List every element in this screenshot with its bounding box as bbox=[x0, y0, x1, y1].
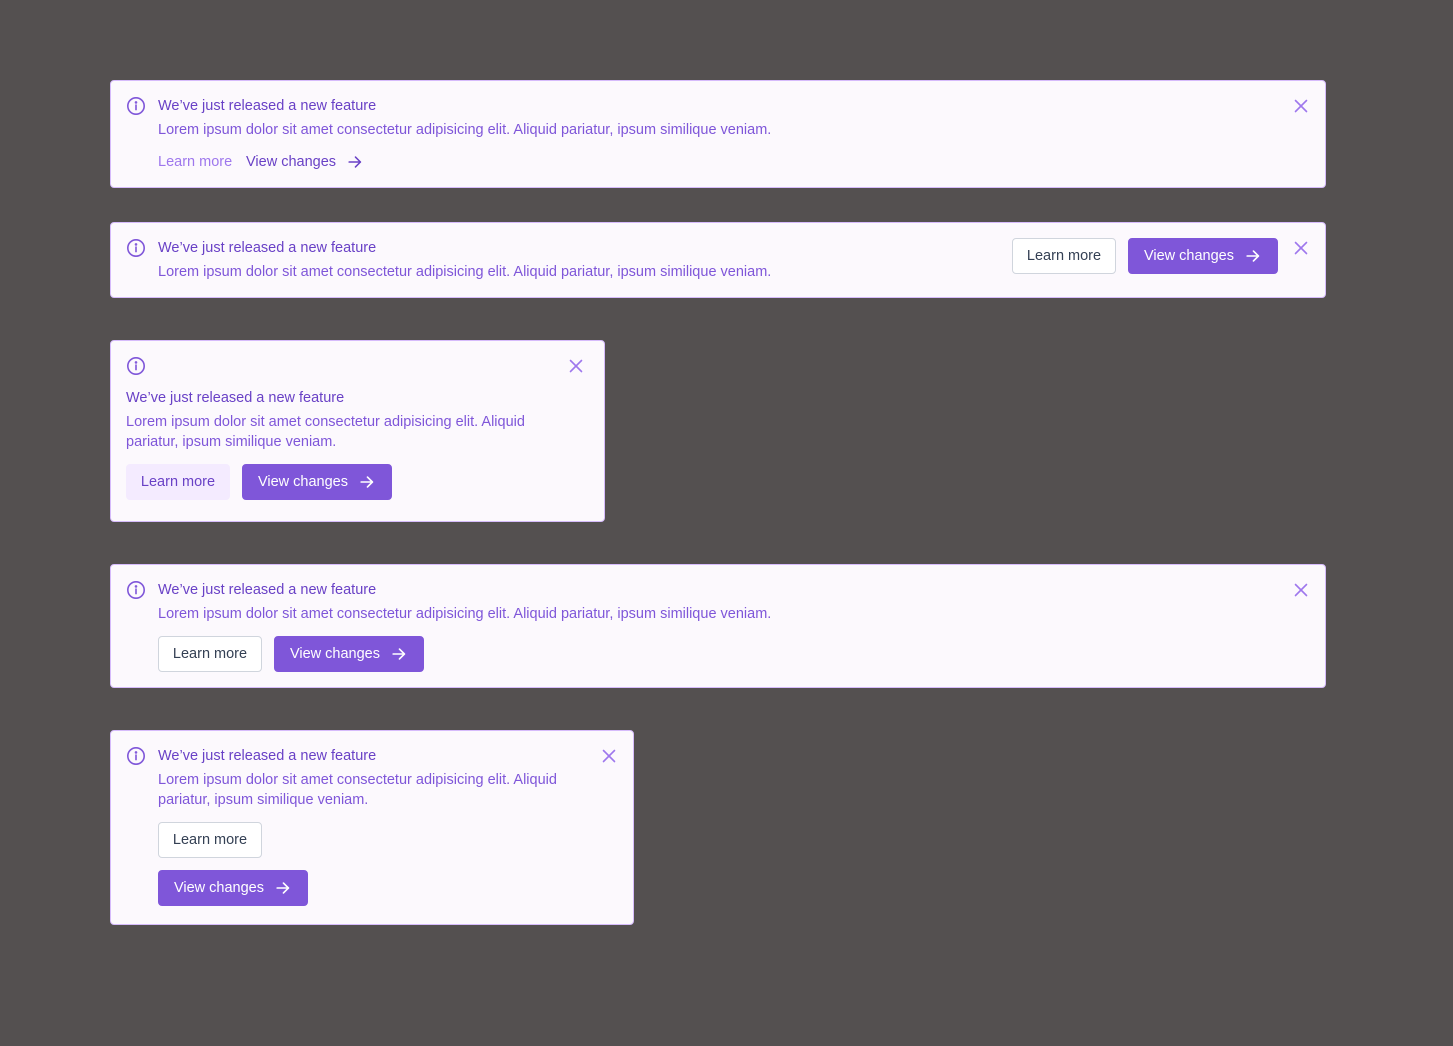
learn-more-button[interactable]: Learn more bbox=[158, 636, 262, 672]
arrow-right-icon bbox=[348, 156, 362, 168]
alert-text: Lorem ipsum dolor sit amet consectetur a… bbox=[158, 606, 772, 622]
learn-more-label: Learn more bbox=[172, 646, 248, 662]
x-close-icon[interactable] bbox=[566, 356, 586, 376]
info-circle-icon bbox=[127, 239, 145, 257]
info-circle-icon bbox=[127, 581, 145, 599]
x-close-icon[interactable] bbox=[1291, 238, 1311, 258]
alert-banner-1: We’ve just released a new feature Lorem … bbox=[110, 80, 1326, 188]
arrow-right-icon bbox=[392, 648, 406, 660]
info-circle-icon bbox=[127, 97, 145, 115]
alert-title: We’ve just released a new feature bbox=[158, 748, 377, 764]
alert-text: Lorem ipsum dolor sit amet consectetur a… bbox=[158, 264, 772, 280]
learn-more-button[interactable]: Learn more bbox=[1012, 238, 1116, 274]
view-changes-link[interactable]: View changes bbox=[246, 152, 364, 172]
x-close-icon[interactable] bbox=[1291, 580, 1311, 600]
info-circle-icon bbox=[127, 747, 145, 765]
alert-text: Lorem ipsum dolor sit amet consectetur a… bbox=[158, 122, 772, 138]
alert-text: Lorem ipsum dolor sit amet consectetur a… bbox=[158, 772, 557, 808]
view-changes-button[interactable]: View changes bbox=[242, 464, 392, 500]
alert-card-5: We’ve just released a new feature Lorem … bbox=[110, 730, 634, 925]
x-close-icon[interactable] bbox=[1291, 96, 1311, 116]
learn-more-link[interactable]: Learn more bbox=[158, 152, 232, 172]
learn-more-label: Learn more bbox=[140, 474, 216, 490]
alert-banner-4: We’ve just released a new feature Lorem … bbox=[110, 564, 1326, 688]
learn-more-label: Learn more bbox=[158, 154, 233, 170]
arrow-right-icon bbox=[360, 476, 374, 488]
arrow-right-icon bbox=[1246, 250, 1260, 262]
alert-title: We’ve just released a new feature bbox=[158, 582, 377, 598]
view-changes-label: View changes bbox=[257, 474, 349, 490]
alert-title: We’ve just released a new feature bbox=[158, 240, 377, 256]
learn-more-button[interactable]: Learn more bbox=[158, 822, 262, 858]
learn-more-label: Learn more bbox=[1026, 248, 1102, 264]
x-close-icon[interactable] bbox=[599, 746, 619, 766]
alert-title: We’ve just released a new feature bbox=[126, 390, 345, 406]
view-changes-label: View changes bbox=[173, 880, 265, 896]
learn-more-label: Learn more bbox=[172, 832, 248, 848]
alert-card-3: We’ve just released a new feature Lorem … bbox=[110, 340, 605, 522]
view-changes-label: View changes bbox=[1143, 248, 1235, 264]
view-changes-button[interactable]: View changes bbox=[158, 870, 308, 906]
alert-banner-2: We’ve just released a new feature Lorem … bbox=[110, 222, 1326, 298]
view-changes-button[interactable]: View changes bbox=[1128, 238, 1278, 274]
view-changes-button[interactable]: View changes bbox=[274, 636, 424, 672]
info-circle-icon bbox=[127, 357, 145, 375]
view-changes-label: View changes bbox=[246, 154, 337, 170]
alert-title: We’ve just released a new feature bbox=[158, 98, 377, 114]
view-changes-label: View changes bbox=[289, 646, 381, 662]
alert-text: Lorem ipsum dolor sit amet consectetur a… bbox=[126, 414, 525, 450]
arrow-right-icon bbox=[276, 882, 290, 894]
learn-more-button[interactable]: Learn more bbox=[126, 464, 230, 500]
